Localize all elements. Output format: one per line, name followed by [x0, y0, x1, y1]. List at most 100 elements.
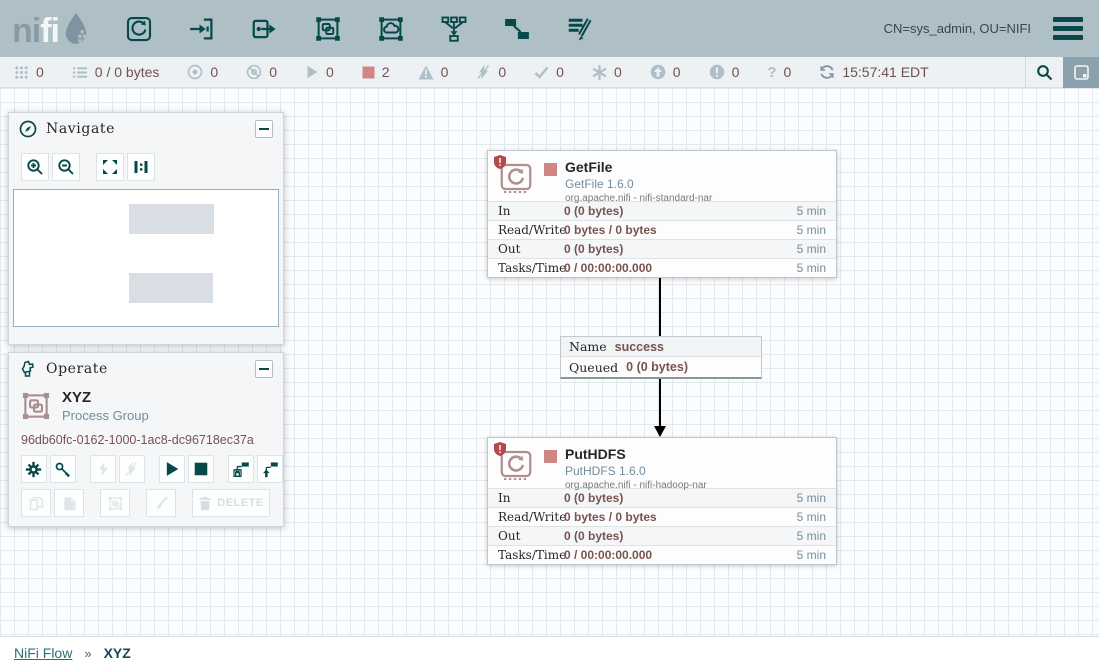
logo-text-fi: fi [40, 16, 59, 46]
navigate-title: Navigate [46, 121, 115, 137]
app-header: nifi CN=sys_admin, OU=NIFI [0, 0, 1099, 57]
copy-button[interactable] [21, 489, 51, 517]
component-type: Process Group [62, 408, 149, 423]
refresh-icon[interactable] [819, 64, 835, 80]
restricted-shield-icon [494, 442, 506, 456]
stat-row-out: Out0 (0 bytes)5 min [488, 526, 836, 545]
minimap-processor-rect [129, 273, 213, 303]
stat-transmitting: 0 [187, 64, 218, 80]
global-menu-icon[interactable] [1053, 17, 1083, 40]
stat-locally-modified: 0 [592, 64, 622, 80]
connection-name-value: success [615, 340, 664, 354]
stat-row-out: Out0 (0 bytes)5 min [488, 239, 836, 258]
zoom-in-button[interactable] [21, 153, 49, 181]
flow-canvas[interactable]: Navigate Operate XYZ Process Group [0, 88, 1099, 636]
stat-locally-modified-stale: 0 [709, 64, 740, 80]
stopped-square-icon [362, 66, 375, 79]
minimap-processor-rect [129, 204, 214, 234]
configure-button[interactable] [21, 455, 47, 483]
navigate-panel: Navigate [8, 112, 284, 345]
start-button[interactable] [159, 455, 185, 483]
breadcrumb-separator: » [84, 646, 91, 661]
operate-minimize-button[interactable] [255, 360, 273, 378]
connection-queued-value: 0 (0 bytes) [626, 360, 688, 374]
arrow-up-circle-icon [650, 64, 666, 80]
warning-triangle-icon [418, 65, 434, 80]
hand-icon [19, 360, 37, 378]
delete-button[interactable]: DELETE [192, 489, 270, 517]
restricted-shield-icon [494, 155, 506, 169]
nifi-logo: nifi [12, 12, 90, 46]
stat-stale: 0 [650, 64, 681, 80]
compass-icon [19, 120, 37, 138]
stat-stopped: 2 [362, 64, 390, 80]
operate-title: Operate [46, 361, 108, 377]
canvas-frame-button[interactable] [1063, 57, 1099, 88]
stat-queued: 0 / 0 bytes [72, 64, 160, 80]
question-icon: ? [767, 64, 776, 81]
stat-not-transmitting: 0 [246, 64, 277, 80]
asterisk-icon [592, 65, 607, 80]
save-template-button[interactable] [228, 455, 254, 483]
output-port-tool-icon[interactable] [250, 14, 280, 44]
connection-queued-label: Queued [569, 360, 618, 375]
stopped-state-icon [544, 450, 557, 463]
process-group-tool-icon[interactable] [313, 14, 343, 44]
funnel-tool-icon[interactable] [439, 14, 469, 44]
status-bar: 0 0 / 0 bytes 0 0 0 2 0 0 0 0 0 0 [0, 57, 1099, 88]
breadcrumb-current: XYZ [104, 645, 131, 661]
access-policies-button[interactable] [50, 455, 76, 483]
queued-list-icon [72, 65, 88, 80]
connection-name-label: Name [569, 339, 607, 354]
stat-invalid: 0 [418, 64, 449, 80]
zoom-out-button[interactable] [52, 153, 80, 181]
operate-panel: Operate XYZ Process Group 96db60fc-0162-… [8, 352, 284, 527]
current-user[interactable]: CN=sys_admin, OU=NIFI [884, 21, 1031, 36]
running-play-icon [305, 65, 319, 79]
processor-getfile[interactable]: GetFile GetFile 1.6.0 org.apache.nifi - … [487, 150, 837, 278]
actual-size-button[interactable] [127, 153, 155, 181]
processor-bundle: org.apache.nifi - nifi-hadoop-nar [565, 477, 707, 491]
processor-type-version: GetFile 1.6.0 [565, 174, 712, 190]
processor-puthdfs[interactable]: PutHDFS PutHDFS 1.6.0 org.apache.nifi - … [487, 437, 837, 565]
remote-process-group-tool-icon[interactable] [376, 14, 406, 44]
stat-sync-failure: ? 0 [767, 64, 791, 81]
frame-icon [1074, 65, 1089, 80]
paste-button[interactable] [54, 489, 84, 517]
input-port-tool-icon[interactable] [187, 14, 217, 44]
birdseye-minimap[interactable] [13, 189, 279, 327]
processor-type-version: PutHDFS 1.6.0 [565, 461, 707, 477]
stat-row-readwrite: Read/Write0 bytes / 0 bytes5 min [488, 220, 836, 239]
label-tool-icon[interactable] [565, 14, 595, 44]
disable-button[interactable] [119, 455, 145, 483]
exclamation-circle-icon [709, 64, 725, 80]
component-toolbar [124, 14, 595, 44]
not-transmitting-icon [246, 64, 262, 80]
breadcrumb-root-link[interactable]: NiFi Flow [14, 645, 72, 661]
stat-up-to-date: 0 [534, 64, 564, 80]
transmitting-icon [187, 64, 203, 80]
bolt-slash-icon [476, 64, 491, 80]
processor-bundle: org.apache.nifi - nifi-standard-nar [565, 190, 712, 204]
process-group-icon [19, 389, 53, 423]
processor-name: GetFile [565, 159, 712, 174]
navigate-minimize-button[interactable] [255, 120, 273, 138]
template-tool-icon[interactable] [502, 14, 532, 44]
delete-button-label: DELETE [217, 497, 263, 509]
selected-component: XYZ Process Group [9, 385, 283, 425]
color-button[interactable] [146, 489, 176, 517]
component-id: 96db60fc-0162-1000-1ac8-dc96718ec37a [9, 425, 283, 449]
stat-disabled: 0 [476, 64, 506, 80]
processor-name: PutHDFS [565, 446, 707, 461]
stat-row-tasks: Tasks/Time0 / 00:00:00.0005 min [488, 258, 836, 277]
enable-button[interactable] [90, 455, 116, 483]
group-button[interactable] [100, 489, 130, 517]
connection-arrowhead [654, 426, 666, 437]
connection-label[interactable]: Name success Queued 0 (0 bytes) [560, 336, 762, 379]
fit-button[interactable] [96, 153, 124, 181]
processor-tool-icon[interactable] [124, 14, 154, 44]
threads-icon [14, 65, 29, 80]
stop-button[interactable] [188, 455, 214, 483]
search-button[interactable] [1025, 57, 1063, 88]
upload-template-button[interactable] [257, 455, 283, 483]
